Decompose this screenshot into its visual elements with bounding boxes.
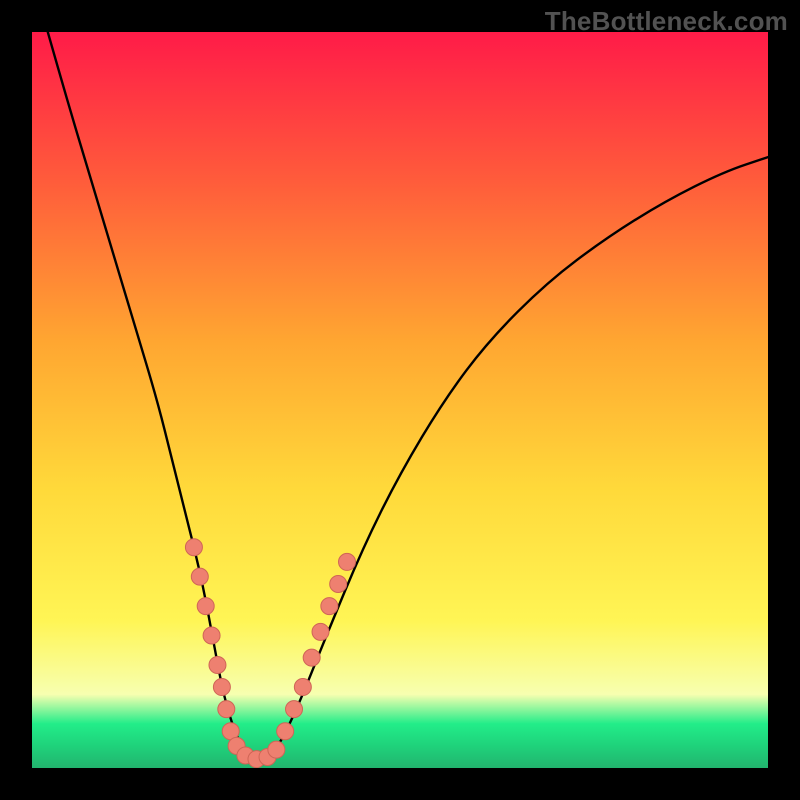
chart-frame: TheBottleneck.com [0, 0, 800, 800]
watermark-label: TheBottleneck.com [545, 6, 788, 37]
curve-marker [312, 623, 329, 640]
chart-canvas [32, 32, 768, 768]
curve-marker [321, 598, 338, 615]
curve-marker [218, 701, 235, 718]
curve-marker [294, 679, 311, 696]
curve-marker [330, 576, 347, 593]
curve-marker [268, 741, 285, 758]
curve-marker [286, 701, 303, 718]
curve-marker [191, 568, 208, 585]
curve-marker [203, 627, 220, 644]
curve-marker [213, 679, 230, 696]
curve-marker [209, 656, 226, 673]
curve-marker [339, 553, 356, 570]
plot-area [32, 32, 768, 768]
curve-marker [303, 649, 320, 666]
curve-marker [185, 539, 202, 556]
curve-marker [277, 723, 294, 740]
curve-marker [197, 598, 214, 615]
gradient-background [32, 32, 768, 768]
